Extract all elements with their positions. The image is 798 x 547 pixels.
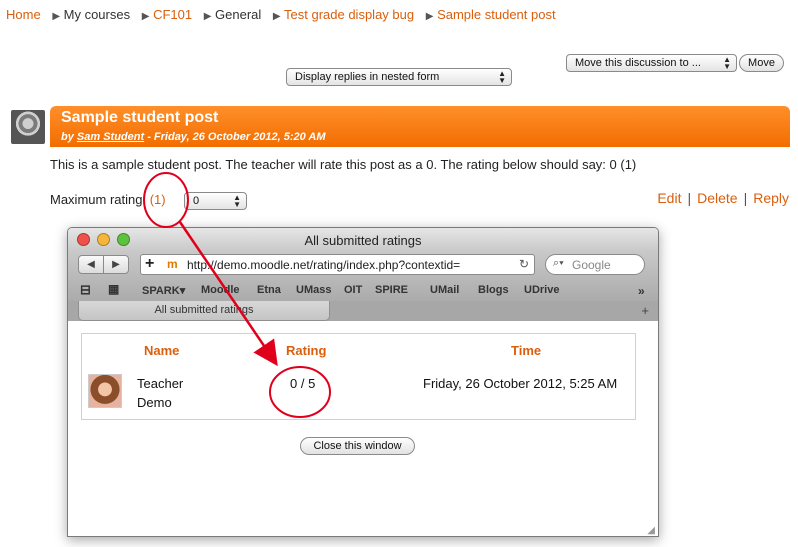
breadcrumb-my-courses: My courses [63, 7, 131, 22]
rating-row: Maximum rating: (1) [50, 192, 166, 207]
rater-first-name: Teacher [137, 376, 184, 391]
bookmarks-book-icon[interactable]: ⊟ [80, 282, 91, 298]
breadcrumb-section: General [215, 7, 262, 22]
delete-link[interactable]: Delete [697, 190, 737, 206]
action-divider: | [687, 190, 692, 206]
back-icon[interactable]: ◀ [78, 255, 104, 274]
breadcrumb-separator-icon: ▶ [272, 11, 281, 22]
reply-link[interactable]: Reply [753, 190, 789, 206]
post-title: Sample student post [61, 109, 219, 126]
post-meta: by Sam Student - Friday, 26 October 2012… [61, 131, 326, 143]
breadcrumb-home[interactable]: Home [6, 7, 41, 22]
column-header-rating: Rating [286, 343, 327, 358]
select-arrows-icon: ▲ ▼ [498, 69, 506, 85]
breadcrumb-course[interactable]: CF101 [153, 7, 192, 22]
breadcrumb: Home ▶ My courses ▶ CF101 ▶ General ▶ Te… [6, 7, 556, 22]
post-author-link[interactable]: Sam Student [77, 131, 144, 143]
rating-select-value: 0 [193, 195, 200, 207]
new-tab-icon[interactable]: + [641, 303, 649, 318]
breadcrumb-separator-icon: ▶ [425, 11, 434, 22]
post-body: This is a sample student post. The teach… [50, 157, 637, 172]
search-icon: ⌕▾ [553, 257, 564, 269]
move-button[interactable]: Move [739, 54, 784, 72]
ratings-table: Name Rating Time Teacher Demo 0 / 5 Frid… [81, 333, 636, 420]
move-discussion-select-value: Move this discussion to ... [575, 57, 701, 69]
select-arrows-icon: ▲ ▼ [233, 193, 241, 209]
breadcrumb-separator-icon: ▶ [52, 11, 61, 22]
url-text: http://demo.moodle.net/rating/index.php?… [187, 258, 461, 272]
column-header-name: Name [144, 343, 180, 358]
tab-all-submitted-ratings[interactable]: All submitted ratings [78, 301, 330, 321]
add-bookmark-icon[interactable]: + [145, 255, 154, 273]
breadcrumb-forum[interactable]: Test grade display bug [284, 7, 414, 22]
close-window-button[interactable]: Close this window [300, 437, 415, 455]
bookmark-item[interactable]: SPARK▾ [142, 284, 185, 297]
forward-icon[interactable]: ▶ [103, 255, 129, 274]
bookmark-item[interactable]: Etna [257, 284, 281, 296]
bookmark-item[interactable]: UDrive [524, 284, 559, 296]
ratings-popup-window: All submitted ratings ◀ ▶ + m http://dem… [67, 227, 659, 537]
url-field[interactable]: + m http://demo.moodle.net/rating/index.… [140, 254, 535, 275]
bookmark-item[interactable]: UMail [430, 284, 459, 296]
window-title: All submitted ratings [304, 233, 422, 248]
display-mode-select[interactable]: Display replies in nested form ▲ ▼ [286, 68, 512, 86]
bookmarks-bar: ⊟ ▦ SPARK▾ Moodle Etna UMass OIT SPIRE U… [68, 279, 658, 301]
post-by: by [61, 131, 74, 143]
teacher-avatar[interactable] [88, 374, 122, 408]
rating-label: Maximum rating: [50, 192, 147, 207]
breadcrumb-separator-icon: ▶ [203, 11, 212, 22]
rating-time: Friday, 26 October 2012, 5:25 AM [423, 376, 618, 391]
rating-count-link[interactable]: (1) [150, 192, 166, 207]
move-discussion-select[interactable]: Move this discussion to ... ▲ ▼ [566, 54, 737, 72]
breadcrumb-post[interactable]: Sample student post [437, 7, 556, 22]
bookmark-item[interactable]: Blogs [478, 284, 509, 296]
post-header: Sample student post by Sam Student - Fri… [50, 106, 790, 147]
search-field[interactable]: ⌕▾ Google [545, 254, 645, 275]
bookmark-item[interactable]: SPIRE [375, 284, 408, 296]
display-mode-select-value: Display replies in nested form [295, 71, 440, 83]
tab-bar: All submitted ratings + [68, 301, 658, 321]
moodle-favicon-icon: m [167, 257, 178, 271]
window-titlebar[interactable]: All submitted ratings [68, 228, 658, 251]
post-date: - Friday, 26 October 2012, 5:20 AM [144, 131, 326, 143]
reload-icon[interactable]: ↻ [519, 257, 529, 271]
resize-grip-icon[interactable]: ◢ [647, 525, 655, 536]
action-divider: | [743, 190, 748, 206]
edit-link[interactable]: Edit [657, 190, 681, 206]
popup-content: Name Rating Time Teacher Demo 0 / 5 Frid… [68, 321, 658, 536]
bookmark-item[interactable]: UMass [296, 284, 331, 296]
student-avatar[interactable] [11, 110, 45, 144]
select-arrows-icon: ▲ ▼ [723, 55, 731, 71]
post-actions: Edit | Delete | Reply [657, 190, 789, 206]
search-placeholder: Google [572, 258, 611, 272]
column-header-time: Time [511, 343, 542, 358]
breadcrumb-separator-icon: ▶ [141, 11, 150, 22]
more-bookmarks-icon[interactable]: » [638, 284, 645, 298]
top-sites-grid-icon[interactable]: ▦ [108, 282, 119, 296]
rating-select[interactable]: 0 ▲ ▼ [184, 192, 247, 210]
bookmark-item[interactable]: OIT [344, 284, 362, 296]
browser-toolbar: ◀ ▶ + m http://demo.moodle.net/rating/in… [68, 251, 658, 279]
rating-value: 0 / 5 [290, 376, 316, 391]
bookmark-item[interactable]: Moodle [201, 284, 240, 296]
rater-last-name: Demo [137, 395, 172, 410]
